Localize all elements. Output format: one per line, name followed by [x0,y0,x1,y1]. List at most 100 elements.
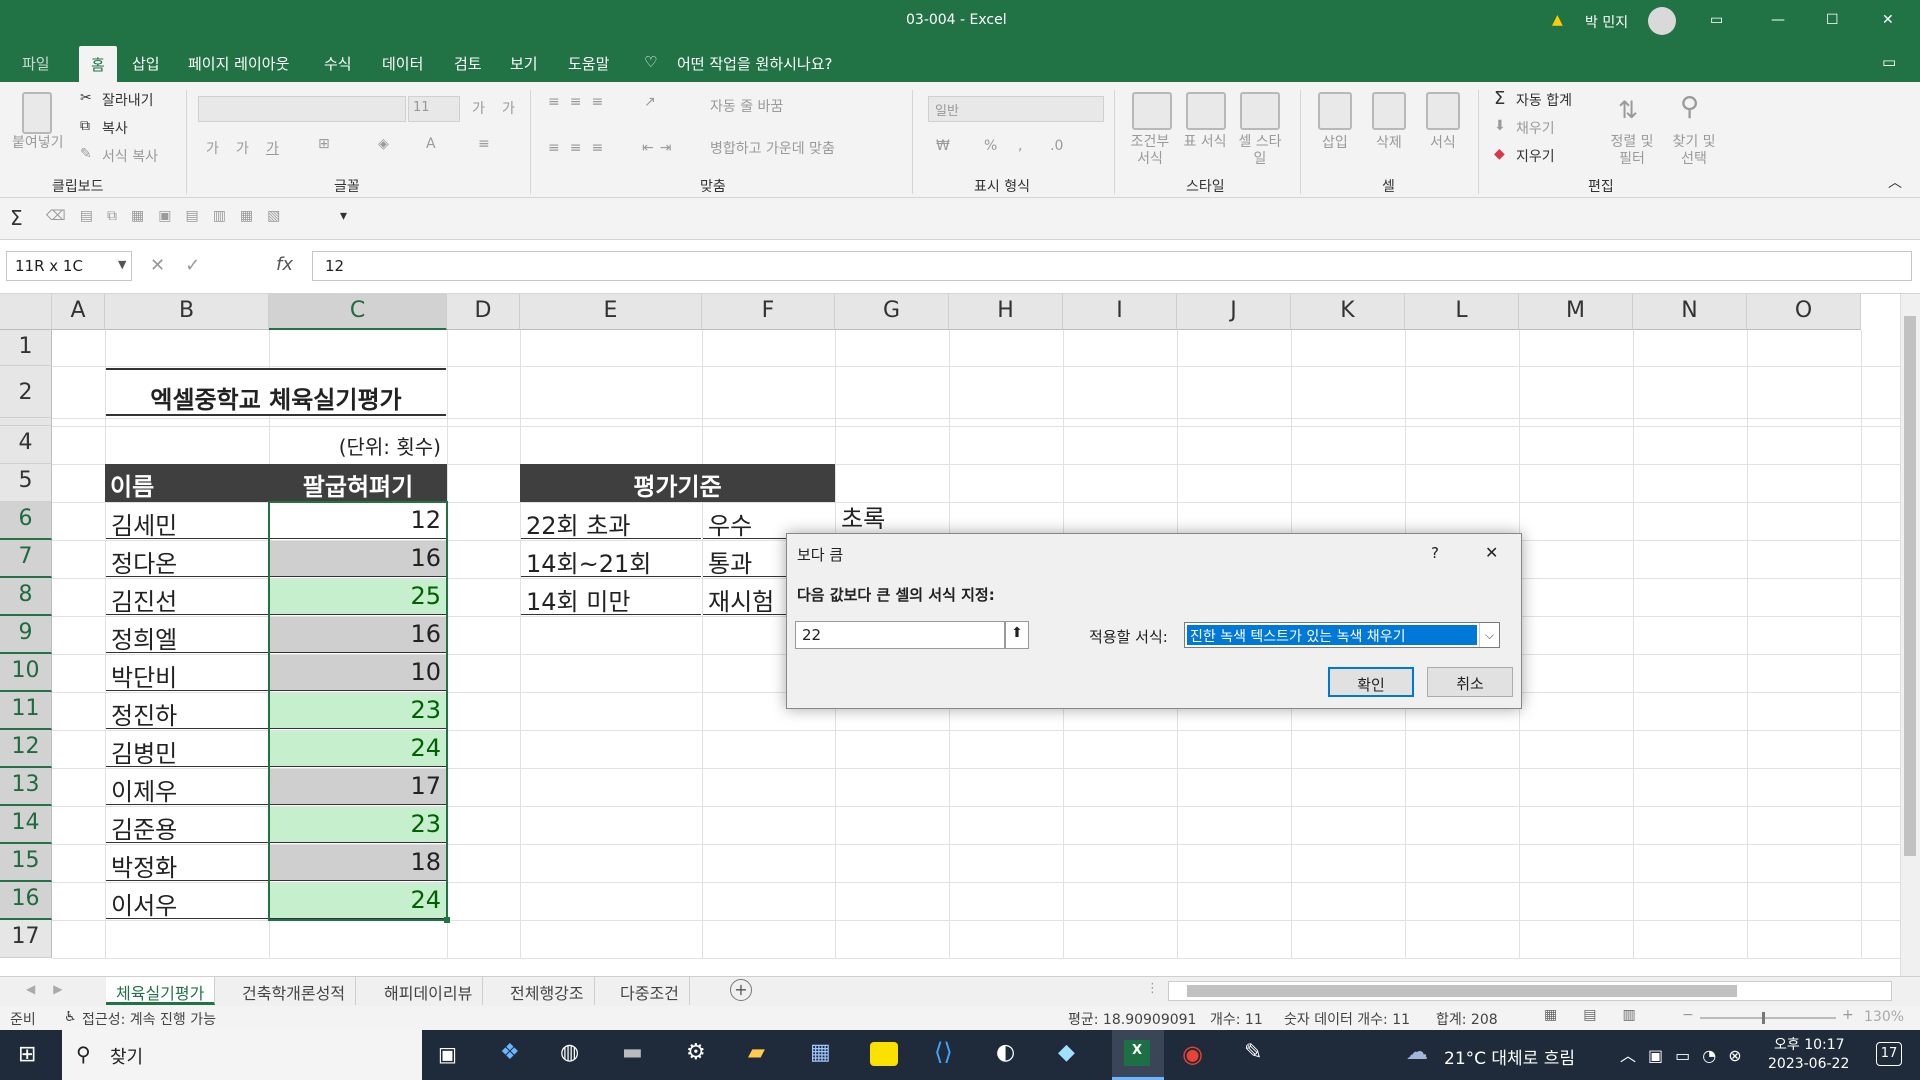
sort-filter-button[interactable]: 정렬 및 필터 [1606,134,1658,168]
column-header-e[interactable]: E [520,294,702,330]
underline-button[interactable]: 가 [266,138,279,158]
column-header-h[interactable]: H [949,294,1063,330]
zoom-out-icon[interactable]: − [1682,1007,1694,1023]
fill-down-icon[interactable]: ⬇ [1494,118,1506,134]
zoom-level[interactable]: 130% [1864,1009,1904,1025]
format-cells-icon[interactable] [1426,92,1460,130]
cell-style-button[interactable]: 셀 스타일 [1236,134,1284,168]
row-header-3[interactable] [0,418,52,426]
unit-label[interactable]: (단위: 횟수) [270,428,446,462]
row-header-11[interactable]: 11 [0,692,52,730]
record-score[interactable]: 24 [270,731,446,767]
table-title[interactable]: 엑셀중학교 체육실기평가 [106,368,446,416]
comments-icon[interactable]: ▭ [1882,53,1896,71]
dialog-close-button[interactable]: ✕ [1485,543,1498,562]
threshold-input[interactable]: 22 [795,621,1005,649]
comma-icon[interactable]: , [1018,138,1022,154]
sheet-tab-2[interactable]: 건축학개론성적 [232,977,357,1005]
column-header-a[interactable]: A [52,294,105,330]
autosum-qat-icon[interactable]: Σ [10,206,23,230]
record-score[interactable]: 23 [270,807,446,843]
cancel-enter-icons[interactable]: ✕✓ [150,255,220,276]
vertical-scroll-thumb[interactable] [1904,316,1916,856]
conditional-format-icon[interactable] [1132,92,1172,130]
tab-file[interactable]: 파일 [22,53,50,74]
tab-data[interactable]: 데이터 [382,53,423,74]
tab-view[interactable]: 보기 [510,53,538,74]
row-header-17[interactable]: 17 [0,920,52,958]
fill-handle[interactable] [444,917,450,923]
sigma-icon[interactable]: Σ [1494,88,1505,109]
horizontal-align-icons[interactable]: ≡≡≡ [548,140,613,156]
record-name[interactable]: 김병민 [106,731,268,767]
scissors-icon[interactable]: ✂ [80,90,92,106]
collapse-ribbon-icon[interactable]: ︿ [1888,172,1902,192]
zoom-in-icon[interactable]: + [1842,1007,1854,1023]
copy-icon[interactable]: ⧉ [80,118,90,134]
header-name[interactable]: 이름 [105,464,269,502]
notification-badge[interactable]: 17 [1876,1042,1902,1066]
delete-cells-icon[interactable] [1372,92,1406,130]
header-score[interactable]: 팔굽혀펴기 [269,464,447,502]
terminal-icon[interactable]: ▬ [622,1040,643,1065]
cancel-button[interactable]: 취소 [1427,667,1513,697]
insert-function-icon[interactable]: fx [276,254,293,275]
phonetic-icon[interactable]: ≡ [478,136,490,152]
row-header-6[interactable]: 6 [0,502,52,540]
tab-page-layout[interactable]: 페이지 레이아웃 [188,53,289,74]
row-header-16[interactable]: 16 [0,882,52,920]
criteria-header[interactable]: 평가기준 [520,464,835,502]
horizontal-scrollbar[interactable] [1168,981,1892,1001]
calculator-icon[interactable]: ▦ [810,1040,831,1065]
app-icon-3[interactable]: ◐ [996,1040,1015,1065]
column-header-d[interactable]: D [447,294,520,330]
format-painter-button[interactable]: 서식 복사 [102,146,158,166]
qat-icons[interactable]: ⌫▤⧉▦▣▤▥▦▧ [46,208,294,224]
sheet-nav-arrows[interactable]: ◀▶ [26,982,80,996]
row-header-12[interactable]: 12 [0,730,52,768]
sheet-tab-3[interactable]: 해피데이리뷰 [374,977,484,1005]
app-icon-1[interactable]: ❖ [500,1040,520,1065]
record-score[interactable]: 24 [270,883,446,919]
decimal-icon[interactable]: .0 [1050,138,1063,154]
paint-icon[interactable]: ✎ [1244,1040,1262,1065]
column-header-n[interactable]: N [1633,294,1747,330]
name-box[interactable]: 11R x 1C [6,251,132,281]
tab-formulas[interactable]: 수식 [324,53,352,74]
tab-review[interactable]: 검토 [454,53,482,74]
maximize-icon[interactable]: ☐ [1826,12,1839,28]
criteria-range-1[interactable]: 22회 초과 [521,503,701,539]
record-score[interactable]: 23 [270,693,446,729]
column-header-b[interactable]: B [105,294,269,330]
excel-taskbar-button[interactable]: X [1112,1030,1164,1080]
record-name[interactable]: 김준용 [106,807,268,843]
record-name[interactable]: 김세민 [106,503,268,539]
weather-text[interactable]: 21°C 대체로 흐림 [1444,1044,1575,1069]
sheet-tab-1[interactable]: 체육실기평가 [106,977,216,1005]
delete-cells-button[interactable]: 삭제 [1376,132,1402,152]
record-name[interactable]: 정다온 [106,541,268,577]
table-format-button[interactable]: 표 서식 [1182,134,1228,151]
record-score[interactable]: 17 [270,769,446,805]
app-icon-2[interactable]: ◍ [560,1040,579,1065]
vertical-align-icons[interactable]: ≡≡≡ [548,94,613,110]
number-format-select[interactable]: 일반 [928,96,1104,122]
row-header-13[interactable]: 13 [0,768,52,806]
percent-button[interactable]: % [984,138,997,154]
record-score[interactable]: 10 [270,655,446,691]
record-score[interactable]: 16 [270,541,446,577]
column-header-o[interactable]: O [1747,294,1861,330]
vscode-icon[interactable]: ⟨⟩ [934,1038,953,1066]
ok-button[interactable]: 확인 [1328,667,1414,697]
font-color-icon[interactable]: A [426,136,436,152]
ribbon-display-icon[interactable]: ▭ [1710,12,1723,28]
add-sheet-icon[interactable]: + [730,979,752,1001]
conditional-format-button[interactable]: 조건부 서식 [1124,134,1176,168]
font-name-select[interactable] [198,96,406,122]
tell-me-box[interactable]: 어떤 작업을 원하시나요? [677,53,833,74]
fill-button[interactable]: 채우기 [1516,118,1555,138]
select-all-corner[interactable] [0,294,52,330]
column-header-i[interactable]: I [1063,294,1177,330]
paste-button[interactable]: 붙여넣기 [12,132,64,152]
table-format-icon[interactable] [1186,92,1226,130]
